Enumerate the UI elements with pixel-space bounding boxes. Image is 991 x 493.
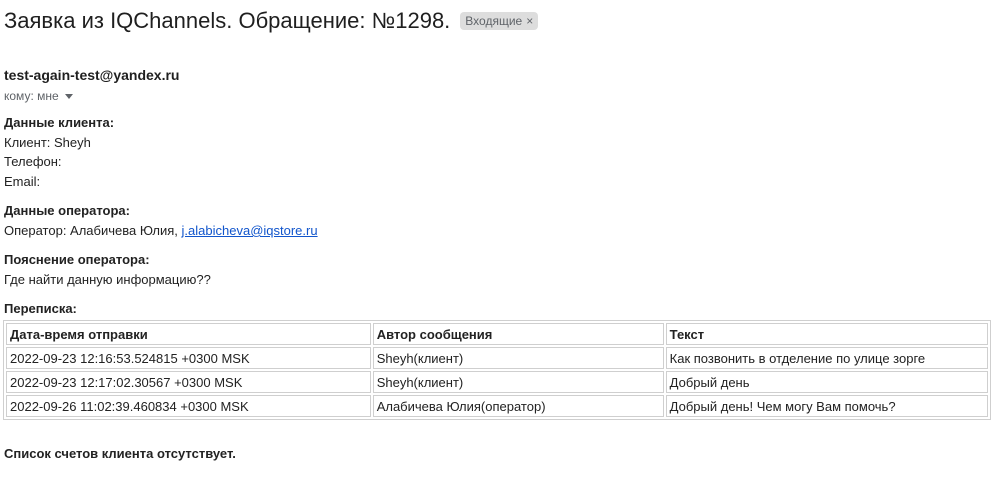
close-icon[interactable]: × (526, 14, 533, 28)
client-name-line: Клиент: Sheyh (4, 135, 91, 150)
column-header-text: Текст (665, 323, 988, 345)
inbox-label-text: Входящие (465, 14, 523, 28)
column-header-datetime: Дата-время отправки (6, 323, 371, 345)
accounts-status-text: Список счетов клиента отсутствует. (4, 446, 236, 461)
sender-address[interactable]: test-again-test@yandex.ru (4, 67, 179, 83)
cell-text: Как позвонить в отделение по улице зорге (665, 347, 988, 369)
cell-datetime: 2022-09-23 12:17:02.30567 +0300 MSK (6, 371, 371, 393)
operator-name: Оператор: Алабичева Юлия, (4, 223, 178, 238)
recipient-line: кому: мне (4, 89, 73, 103)
client-heading: Данные клиента: (4, 115, 115, 130)
inbox-label-chip[interactable]: Входящие × (460, 12, 539, 30)
cell-author: Sheyh(клиент) (372, 371, 664, 393)
client-email-line: Email: (4, 174, 41, 189)
operator-note-heading: Пояснение оператора: (4, 252, 150, 267)
cell-author: Алабичева Юлия(оператор) (372, 395, 664, 417)
table-row: 2022-09-23 12:16:53.524815 +0300 MSK She… (6, 347, 988, 369)
cell-text: Добрый день (665, 371, 988, 393)
correspondence-table: Дата-время отправки Автор сообщения Текс… (3, 320, 991, 420)
operator-heading: Данные оператора: (4, 203, 130, 218)
cell-datetime: 2022-09-23 12:16:53.524815 +0300 MSK (6, 347, 371, 369)
client-phone-line: Телефон: (4, 154, 62, 169)
operator-email-link[interactable]: j.alabicheva@iqstore.ru (182, 223, 318, 238)
correspondence-heading: Переписка: (4, 301, 77, 316)
cell-author: Sheyh(клиент) (372, 347, 664, 369)
chevron-down-icon[interactable] (64, 93, 73, 99)
table-row: 2022-09-26 11:02:39.460834 +0300 MSK Ала… (6, 395, 988, 417)
email-view: Заявка из IQChannels. Обращение: №1298. … (0, 0, 991, 493)
table-row: 2022-09-23 12:17:02.30567 +0300 MSK Shey… (6, 371, 988, 393)
email-subject: Заявка из IQChannels. Обращение: №1298. (4, 8, 451, 33)
operator-line: Оператор: Алабичева Юлия, j.alabicheva@i… (4, 223, 318, 238)
subject-row: Заявка из IQChannels. Обращение: №1298. … (4, 8, 539, 34)
operator-note-text: Где найти данную информацию?? (4, 272, 211, 287)
cell-text: Добрый день! Чем могу Вам помочь? (665, 395, 988, 417)
column-header-author: Автор сообщения (372, 323, 664, 345)
cell-datetime: 2022-09-26 11:02:39.460834 +0300 MSK (6, 395, 371, 417)
recipient-text: кому: мне (4, 89, 59, 103)
table-header-row: Дата-время отправки Автор сообщения Текс… (6, 323, 988, 345)
